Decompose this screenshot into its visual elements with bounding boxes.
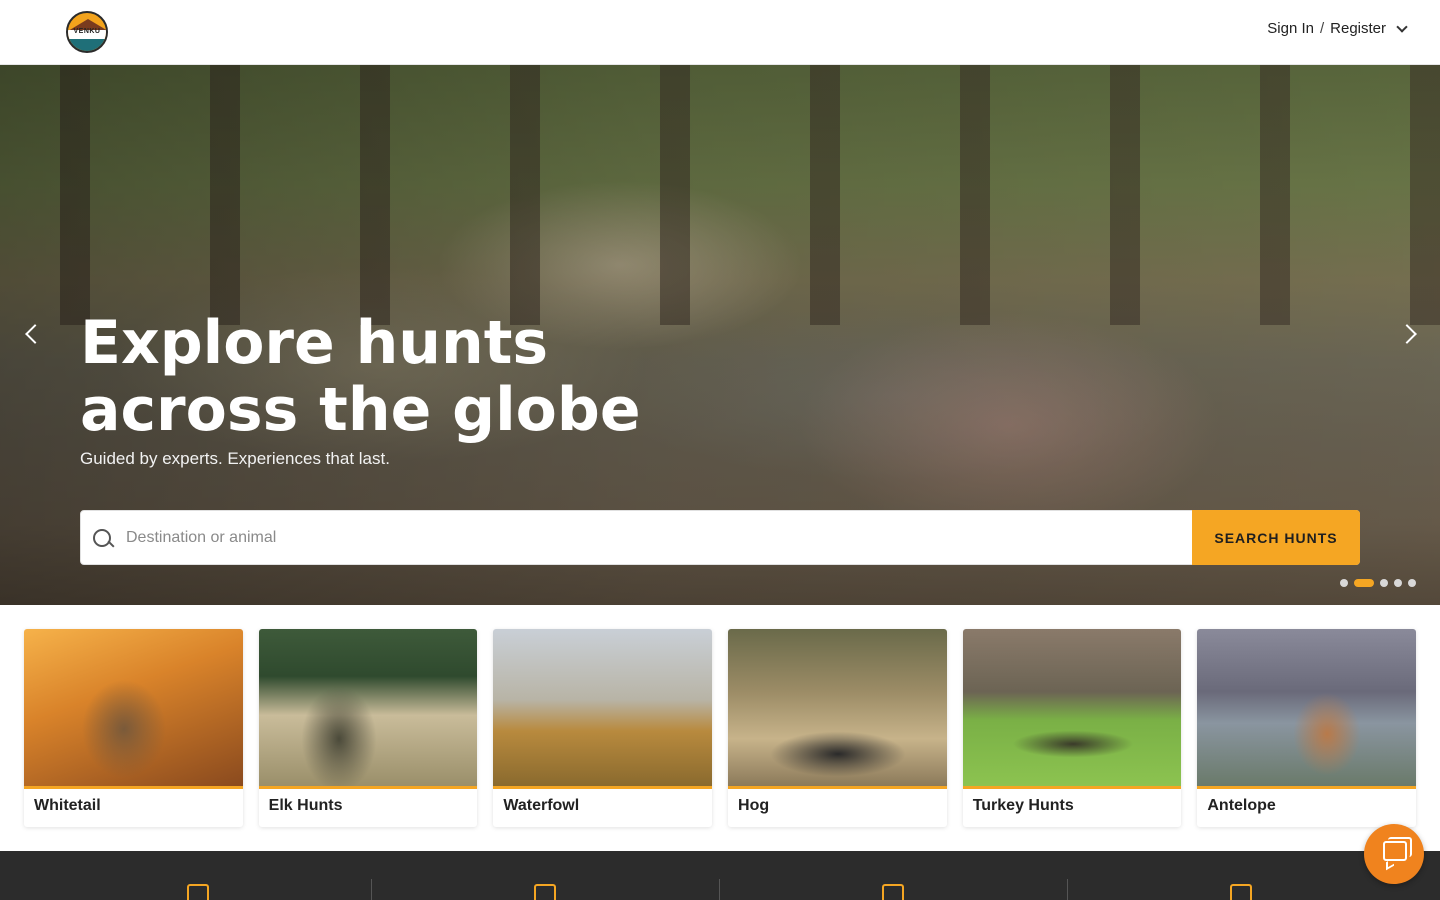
venku-logo[interactable]: VENKU [66, 11, 108, 53]
storefront-icon [1230, 884, 1252, 900]
hero-subtitle: Guided by experts. Experiences that last… [80, 449, 390, 468]
category-label: Waterfowl [503, 797, 580, 814]
carousel-dot[interactable] [1340, 579, 1348, 587]
carousel-dot[interactable] [1380, 579, 1388, 587]
carousel-dot-active[interactable] [1354, 579, 1374, 587]
whitetail-image [24, 629, 243, 789]
antelope-image [1197, 629, 1417, 789]
search-globe-icon [93, 529, 111, 547]
site-header: VENKU Sign In / Register [0, 0, 1440, 65]
carousel-dots [1340, 579, 1416, 587]
features-strip [0, 851, 1440, 900]
category-card-turkey[interactable]: Turkey Hunts [962, 629, 1182, 827]
carousel-dot[interactable] [1408, 579, 1416, 587]
hero-title-line-1: Explore hunts [80, 308, 549, 378]
chat-bubble-icon [1383, 841, 1407, 861]
category-card-antelope[interactable]: Antelope [1197, 629, 1417, 827]
divider [719, 879, 720, 900]
category-cards: Whitetail Elk Hunts Waterfowl Hog Turkey… [24, 629, 1417, 827]
hero-title-line-2: across the globe [80, 375, 641, 445]
elk-image [258, 629, 478, 789]
search-input[interactable] [126, 511, 1186, 564]
logo-water [68, 39, 106, 51]
turkey-image [962, 629, 1182, 789]
chat-button[interactable] [1364, 824, 1424, 884]
category-card-elk[interactable]: Elk Hunts [258, 629, 478, 827]
category-card-hog[interactable]: Hog [728, 629, 947, 827]
logo-text: VENKU [73, 28, 101, 35]
category-label: Whitetail [34, 797, 101, 814]
chevron-down-icon[interactable] [1396, 20, 1408, 33]
category-label: Elk Hunts [268, 797, 343, 814]
category-card-whitetail[interactable]: Whitetail [24, 629, 243, 827]
auth-separator: / [1319, 20, 1325, 37]
category-label: Turkey Hunts [972, 797, 1074, 814]
register-link[interactable]: Register [1330, 20, 1386, 37]
search-hunts-button[interactable]: SEARCH HUNTS [1192, 510, 1360, 565]
sign-in-link[interactable]: Sign In [1267, 20, 1314, 37]
calendar-icon [534, 884, 556, 900]
hog-image [728, 629, 947, 789]
hero-title: Explore hunts across the globe [80, 310, 780, 444]
waterfowl-image [493, 629, 713, 789]
guides-icon [187, 884, 209, 900]
carousel-dot[interactable] [1394, 579, 1402, 587]
category-label: Antelope [1207, 797, 1276, 814]
category-card-waterfowl[interactable]: Waterfowl [493, 629, 713, 827]
category-label: Hog [738, 797, 770, 814]
hero-carousel: Explore hunts across the globe Guided by… [0, 65, 1440, 605]
list-icon [882, 884, 904, 900]
auth-menu[interactable]: Sign In / Register [1267, 20, 1408, 37]
hunt-search-bar: SEARCH HUNTS [80, 510, 1360, 565]
divider [371, 879, 372, 900]
divider [1067, 879, 1068, 900]
